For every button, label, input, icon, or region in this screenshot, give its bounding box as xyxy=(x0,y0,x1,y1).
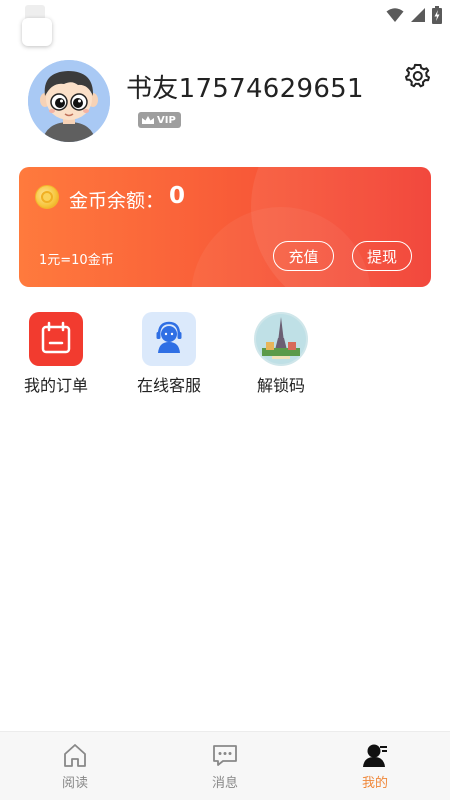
home-icon xyxy=(64,744,86,767)
calendar-order-icon xyxy=(29,312,83,366)
battery-charging-icon xyxy=(432,6,442,24)
crown-icon xyxy=(142,116,154,124)
cellular-signal-icon xyxy=(411,8,425,22)
balance-value: 0 xyxy=(169,183,186,209)
nav-label: 我的 xyxy=(361,776,388,791)
customer-service-icon xyxy=(142,312,196,366)
shortcut-label: 解锁码 xyxy=(256,376,305,395)
nav-label: 消息 xyxy=(211,776,238,791)
shortcut-unlock-code[interactable]: 解锁码 xyxy=(231,312,331,396)
nav-item-me[interactable]: 我的 xyxy=(300,732,450,800)
shortcut-online-service[interactable]: 在线客服 xyxy=(119,312,219,396)
settings-button[interactable] xyxy=(404,62,432,90)
floating-widget-tab xyxy=(25,5,45,19)
coin-icon xyxy=(35,185,59,209)
vip-badge: VIP xyxy=(138,112,181,128)
nav-label: 阅读 xyxy=(61,776,88,791)
recharge-button[interactable]: 充值 xyxy=(273,241,334,271)
user-icon xyxy=(363,744,387,767)
status-bar xyxy=(0,0,450,46)
exchange-rate-text: 1元=10金币 xyxy=(39,253,114,268)
eiffel-tower-icon xyxy=(254,312,308,366)
status-icons xyxy=(386,6,442,24)
floating-widget[interactable] xyxy=(22,18,52,46)
shortcut-label: 在线客服 xyxy=(136,376,201,395)
shortcut-label: 我的订单 xyxy=(23,376,88,395)
wallet-card: 金币余额： 0 1元=10金币 充值 提现 xyxy=(19,167,431,287)
nav-item-read[interactable]: 阅读 xyxy=(0,732,150,800)
avatar-cartoon-boy-icon xyxy=(28,60,110,142)
gear-icon xyxy=(405,63,430,88)
wifi-icon xyxy=(386,8,404,22)
balance-label: 金币余额： xyxy=(69,190,165,212)
nav-item-messages[interactable]: 消息 xyxy=(150,732,300,800)
avatar[interactable] xyxy=(28,60,110,142)
bottom-navigation: 阅读 消息 我的 xyxy=(0,731,450,800)
screen: 书友17574629651 VIP 金币余额： 0 1元=10金币 充值 提现 xyxy=(0,0,450,800)
shortcut-grid: 我的订单 在线客服 解锁码 xyxy=(0,312,450,402)
username: 书友17574629651 xyxy=(126,74,364,104)
profile-header: 书友17574629651 VIP xyxy=(0,56,450,156)
vip-label: VIP xyxy=(157,114,176,126)
shortcut-my-orders[interactable]: 我的订单 xyxy=(6,312,106,396)
message-icon xyxy=(213,745,237,766)
withdraw-button[interactable]: 提现 xyxy=(352,241,412,271)
